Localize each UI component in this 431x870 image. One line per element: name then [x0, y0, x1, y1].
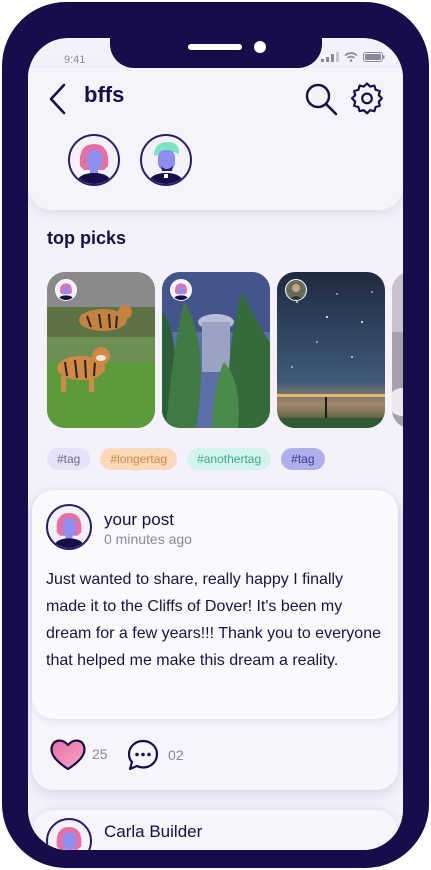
friends-row — [68, 134, 192, 186]
pink-hair-mini-icon — [56, 280, 76, 300]
pink-hair-avatar-icon — [76, 144, 112, 184]
header: bffs — [28, 68, 403, 210]
comment-count: 02 — [168, 747, 184, 763]
notch — [110, 38, 322, 68]
post-timestamp: 0 minutes ago — [104, 531, 192, 547]
search-icon[interactable] — [304, 82, 338, 116]
top-picks-carousel[interactable] — [47, 272, 403, 428]
pick-card-tigers[interactable] — [47, 272, 155, 428]
speaker — [188, 44, 242, 50]
section-title-top-picks: top picks — [47, 228, 127, 248]
partial-photo — [392, 272, 403, 428]
like-count: 25 — [92, 746, 108, 762]
post-author-avatar[interactable] — [46, 504, 92, 550]
screen: 9:41 bffs top picks #tag #longertag #ano… — [28, 38, 403, 850]
post-card: your post 0 minutes ago Just wanted to s… — [32, 490, 398, 790]
camera — [254, 41, 266, 53]
pick-card-partial[interactable] — [392, 272, 403, 428]
comment-control[interactable]: 02 — [126, 738, 184, 772]
pick-card-stars[interactable] — [277, 272, 385, 428]
back-arrow-icon[interactable] — [46, 82, 70, 116]
battery-icon — [363, 52, 385, 62]
post-author-name[interactable]: your post — [104, 510, 174, 530]
friend-avatar-pink[interactable] — [68, 134, 120, 186]
pick-author-avatar — [55, 279, 77, 301]
photo-avatar-icon — [286, 280, 306, 300]
post-body: Just wanted to share, really happy I fin… — [46, 571, 381, 669]
pink-hair-avatar-icon — [56, 827, 82, 850]
pink-hair-mini-icon — [171, 280, 191, 300]
status-time: 9:41 — [64, 54, 86, 66]
page-title: bffs — [84, 82, 125, 107]
phone-frame: 9:41 bffs top picks #tag #longertag #ano… — [2, 2, 429, 868]
tag-chip[interactable]: #tag — [47, 448, 91, 470]
wifi-icon — [344, 52, 358, 62]
like-control[interactable]: 25 — [48, 736, 108, 772]
tag-chip[interactable]: #tag — [281, 448, 325, 470]
signal-icon — [321, 52, 339, 62]
heart-icon[interactable] — [48, 736, 88, 772]
tag-chip[interactable]: #longertag — [100, 448, 178, 470]
next-post-author[interactable]: Carla Builder — [104, 822, 202, 842]
comment-bubble-icon[interactable] — [126, 738, 160, 772]
gear-icon[interactable] — [350, 81, 384, 115]
green-hair-avatar-icon — [148, 142, 184, 184]
next-post-avatar[interactable] — [46, 818, 92, 850]
next-post-card[interactable]: Carla Builder — [32, 810, 398, 850]
pink-hair-avatar-icon — [53, 513, 85, 548]
friend-avatar-green[interactable] — [140, 134, 192, 186]
tag-chip[interactable]: #anothertag — [187, 448, 272, 470]
post-content[interactable]: your post 0 minutes ago Just wanted to s… — [32, 490, 398, 719]
pick-author-avatar — [285, 279, 307, 301]
tag-row: #tag #longertag #anothertag #tag — [47, 448, 325, 470]
status-icons — [321, 52, 385, 62]
pick-author-avatar — [170, 279, 192, 301]
pick-card-trees[interactable] — [162, 272, 270, 428]
